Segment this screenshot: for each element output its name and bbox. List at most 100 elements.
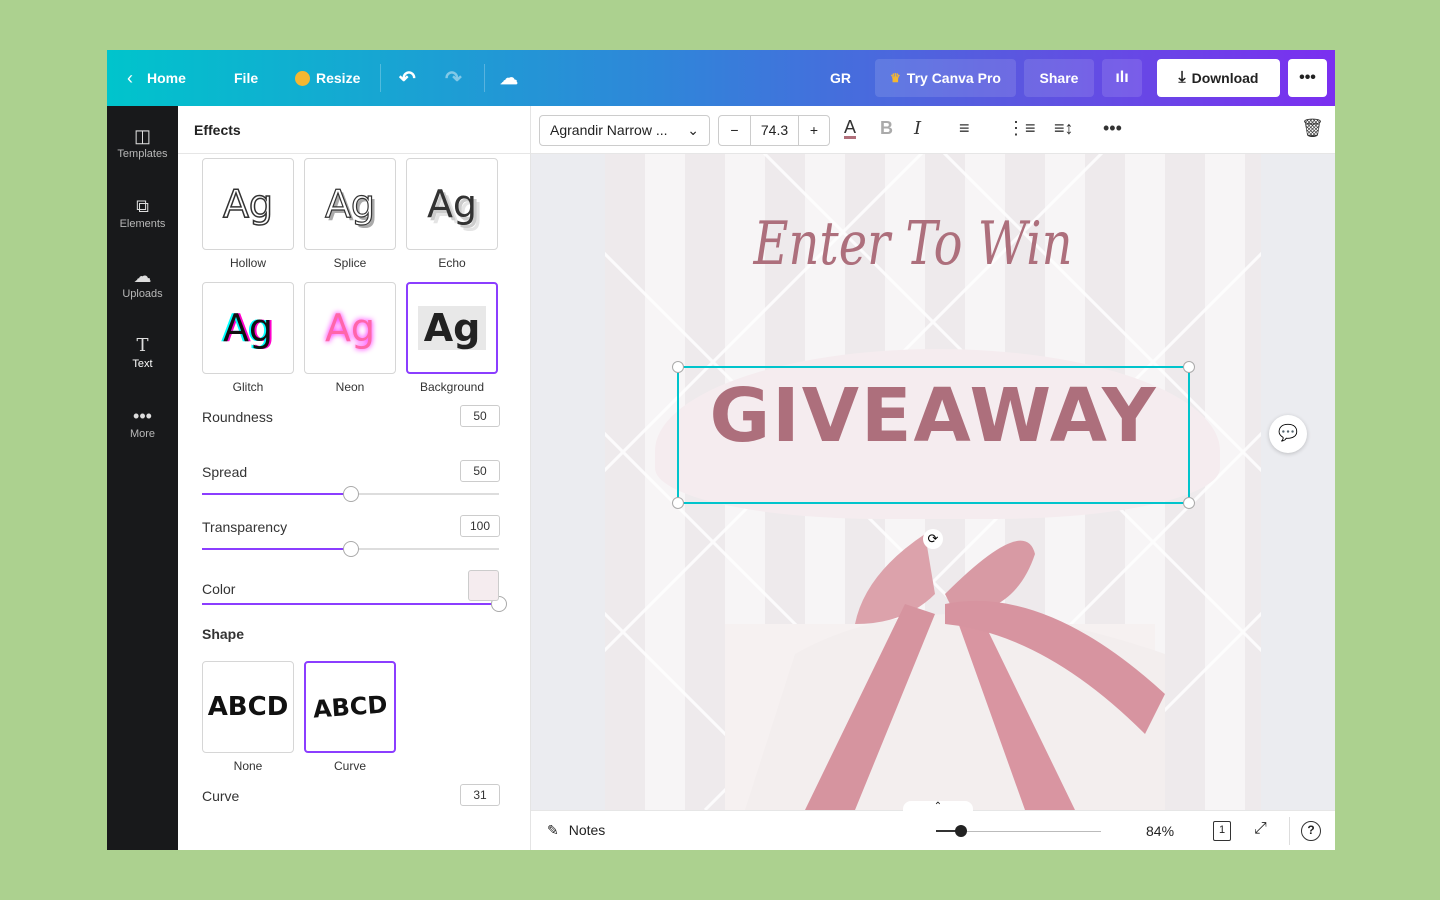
rotate-icon[interactable]: ⟳ bbox=[923, 529, 943, 549]
slider-handle[interactable] bbox=[342, 541, 359, 557]
add-comment-icon[interactable]: 💬 bbox=[1269, 415, 1307, 453]
more-icon[interactable]: ••• bbox=[1103, 118, 1122, 139]
chevron-left-icon: ‹ bbox=[127, 67, 133, 88]
editor-window: ‹ Home File Resize ↶ ↷ ☁ GR ♛ Try Canva Pr… bbox=[107, 50, 1335, 850]
text-color-icon[interactable]: A bbox=[844, 118, 857, 139]
text-toolbar: Agrandir Narrow ... ⌄ − 74.3 + A B I ≡ ⋮≡… bbox=[531, 106, 1335, 154]
elements-icon: ⧉ bbox=[136, 196, 149, 216]
curve-input[interactable]: 31 bbox=[460, 784, 500, 806]
file-label: File bbox=[234, 70, 259, 86]
font-dropdown[interactable]: Agrandir Narrow ... ⌄ bbox=[539, 115, 710, 146]
effects-panel: Effects Ag Ag Ag Hollow Splice Echo Ag A… bbox=[178, 106, 531, 850]
templates-icon: ◫ bbox=[133, 126, 151, 146]
resize-handle[interactable] bbox=[1183, 497, 1195, 509]
sidebar-label: Text bbox=[132, 358, 153, 370]
panel-title: Effects bbox=[194, 122, 241, 138]
effect-label: Hollow bbox=[229, 256, 266, 270]
notes-button[interactable]: ✎ Notes bbox=[547, 822, 605, 839]
cloud-saved-icon[interactable]: ☁ bbox=[500, 50, 518, 106]
canvas-area: Enter To Win GIVEAWAY ⟳ 💬 bbox=[531, 154, 1335, 810]
insights-chart-icon[interactable]: ılı bbox=[1102, 59, 1142, 97]
home-button[interactable]: ‹ Home bbox=[127, 50, 186, 106]
trash-icon[interactable]: 🗑 bbox=[1301, 118, 1324, 139]
more-icon: ••• bbox=[133, 406, 152, 426]
crown-icon: ♛ bbox=[890, 71, 901, 85]
divider bbox=[380, 64, 381, 92]
help-icon[interactable]: ? bbox=[1301, 821, 1321, 841]
zoom-level[interactable]: 84% bbox=[1146, 823, 1174, 839]
zoom-slider[interactable] bbox=[936, 825, 1101, 837]
increase-font-size-button[interactable]: + bbox=[799, 116, 829, 145]
undo-icon[interactable]: ↶ bbox=[399, 50, 416, 106]
transparency-input[interactable]: 100 bbox=[460, 515, 500, 537]
list-icon[interactable]: ⋮≡ bbox=[1007, 118, 1036, 139]
spread-label: Spread bbox=[202, 464, 248, 480]
notes-label: Notes bbox=[568, 822, 606, 838]
sidebar-item-more[interactable]: ••• More bbox=[107, 404, 178, 440]
color-label: Color bbox=[202, 581, 236, 597]
slider-handle[interactable] bbox=[955, 825, 967, 837]
user-initials[interactable]: GR bbox=[830, 50, 851, 106]
sidebar-item-text[interactable]: T Text bbox=[107, 334, 178, 370]
show-pages-chevron-icon[interactable]: ⌃ bbox=[903, 801, 973, 813]
top-bar: ‹ Home File Resize ↶ ↷ ☁ GR ♛ Try Canva Pr… bbox=[107, 50, 1335, 106]
roundness-slider[interactable] bbox=[202, 486, 499, 502]
design-page[interactable]: Enter To Win GIVEAWAY ⟳ bbox=[605, 154, 1261, 810]
chevron-down-icon: ⌄ bbox=[687, 122, 699, 138]
page-count-icon[interactable]: 1 bbox=[1213, 821, 1231, 841]
slider-handle[interactable] bbox=[342, 486, 359, 502]
giveaway-text[interactable]: GIVEAWAY bbox=[679, 373, 1188, 459]
decrease-font-size-button[interactable]: − bbox=[719, 116, 751, 145]
selection-box[interactable]: GIVEAWAY bbox=[672, 361, 1195, 509]
sidebar-item-uploads[interactable]: ☁ Uploads bbox=[107, 264, 178, 300]
effect-glitch[interactable]: Ag bbox=[202, 282, 294, 374]
italic-icon[interactable]: I bbox=[914, 118, 921, 139]
more-options-button[interactable]: ••• bbox=[1288, 59, 1327, 97]
roundness-input[interactable]: 50 bbox=[460, 405, 500, 427]
effect-sample: Ag bbox=[417, 306, 487, 350]
font-size-input[interactable]: 74.3 bbox=[751, 116, 799, 145]
redo-icon[interactable]: ↷ bbox=[445, 50, 462, 106]
shape-title: Shape bbox=[202, 626, 245, 642]
effect-label: Neon bbox=[335, 380, 365, 394]
effect-hollow[interactable]: Ag bbox=[202, 158, 294, 250]
file-menu[interactable]: File bbox=[234, 50, 258, 106]
resize-handle[interactable] bbox=[672, 497, 684, 509]
resize-handle[interactable] bbox=[1183, 361, 1195, 373]
transparency-label: Transparency bbox=[202, 519, 288, 535]
sidebar-item-templates[interactable]: ◫ Templates bbox=[107, 124, 178, 160]
resize-handle[interactable] bbox=[672, 361, 684, 373]
text-icon: T bbox=[136, 335, 149, 356]
spacing-icon[interactable]: ≡↕ bbox=[1054, 118, 1074, 139]
effect-label: Echo bbox=[438, 256, 466, 270]
shape-curve[interactable]: ABCD bbox=[304, 661, 396, 753]
spread-input[interactable]: 50 bbox=[460, 460, 500, 482]
effect-echo[interactable]: Ag bbox=[406, 158, 498, 250]
left-sidebar: ◫ Templates ⧉ Elements ☁ Uploads T Text ••• M… bbox=[107, 106, 178, 850]
divider bbox=[484, 64, 485, 92]
align-center-icon[interactable]: ≡ bbox=[959, 118, 970, 139]
shape-none[interactable]: ABCD bbox=[202, 661, 294, 753]
spread-slider[interactable] bbox=[202, 541, 499, 557]
sidebar-label: More bbox=[129, 428, 156, 440]
download-button[interactable]: ⤓ Download bbox=[1157, 59, 1280, 97]
share-label: Share bbox=[1039, 70, 1079, 86]
fullscreen-icon[interactable]: ⤢ bbox=[1254, 820, 1267, 838]
resize-button[interactable]: Resize bbox=[295, 50, 360, 106]
sidebar-item-elements[interactable]: ⧉ Elements bbox=[107, 194, 178, 230]
bold-icon[interactable]: B bbox=[880, 118, 893, 139]
try-canva-pro-button[interactable]: ♛ Try Canva Pro bbox=[875, 59, 1016, 97]
effect-label: Splice bbox=[333, 256, 367, 270]
heading-text[interactable]: Enter To Win bbox=[667, 209, 1160, 279]
sidebar-label: Templates bbox=[117, 148, 168, 160]
resize-label: Resize bbox=[316, 70, 361, 86]
share-button[interactable]: Share bbox=[1024, 59, 1094, 97]
effect-neon[interactable]: Ag bbox=[304, 282, 396, 374]
color-swatch[interactable] bbox=[468, 570, 499, 601]
roundness-label: Roundness bbox=[202, 409, 273, 425]
sidebar-label: Uploads bbox=[122, 288, 163, 300]
effect-splice[interactable]: Ag bbox=[304, 158, 396, 250]
transparency-slider[interactable] bbox=[202, 596, 507, 612]
effect-background[interactable]: Ag bbox=[406, 282, 498, 374]
download-icon: ⤓ bbox=[1178, 69, 1186, 86]
